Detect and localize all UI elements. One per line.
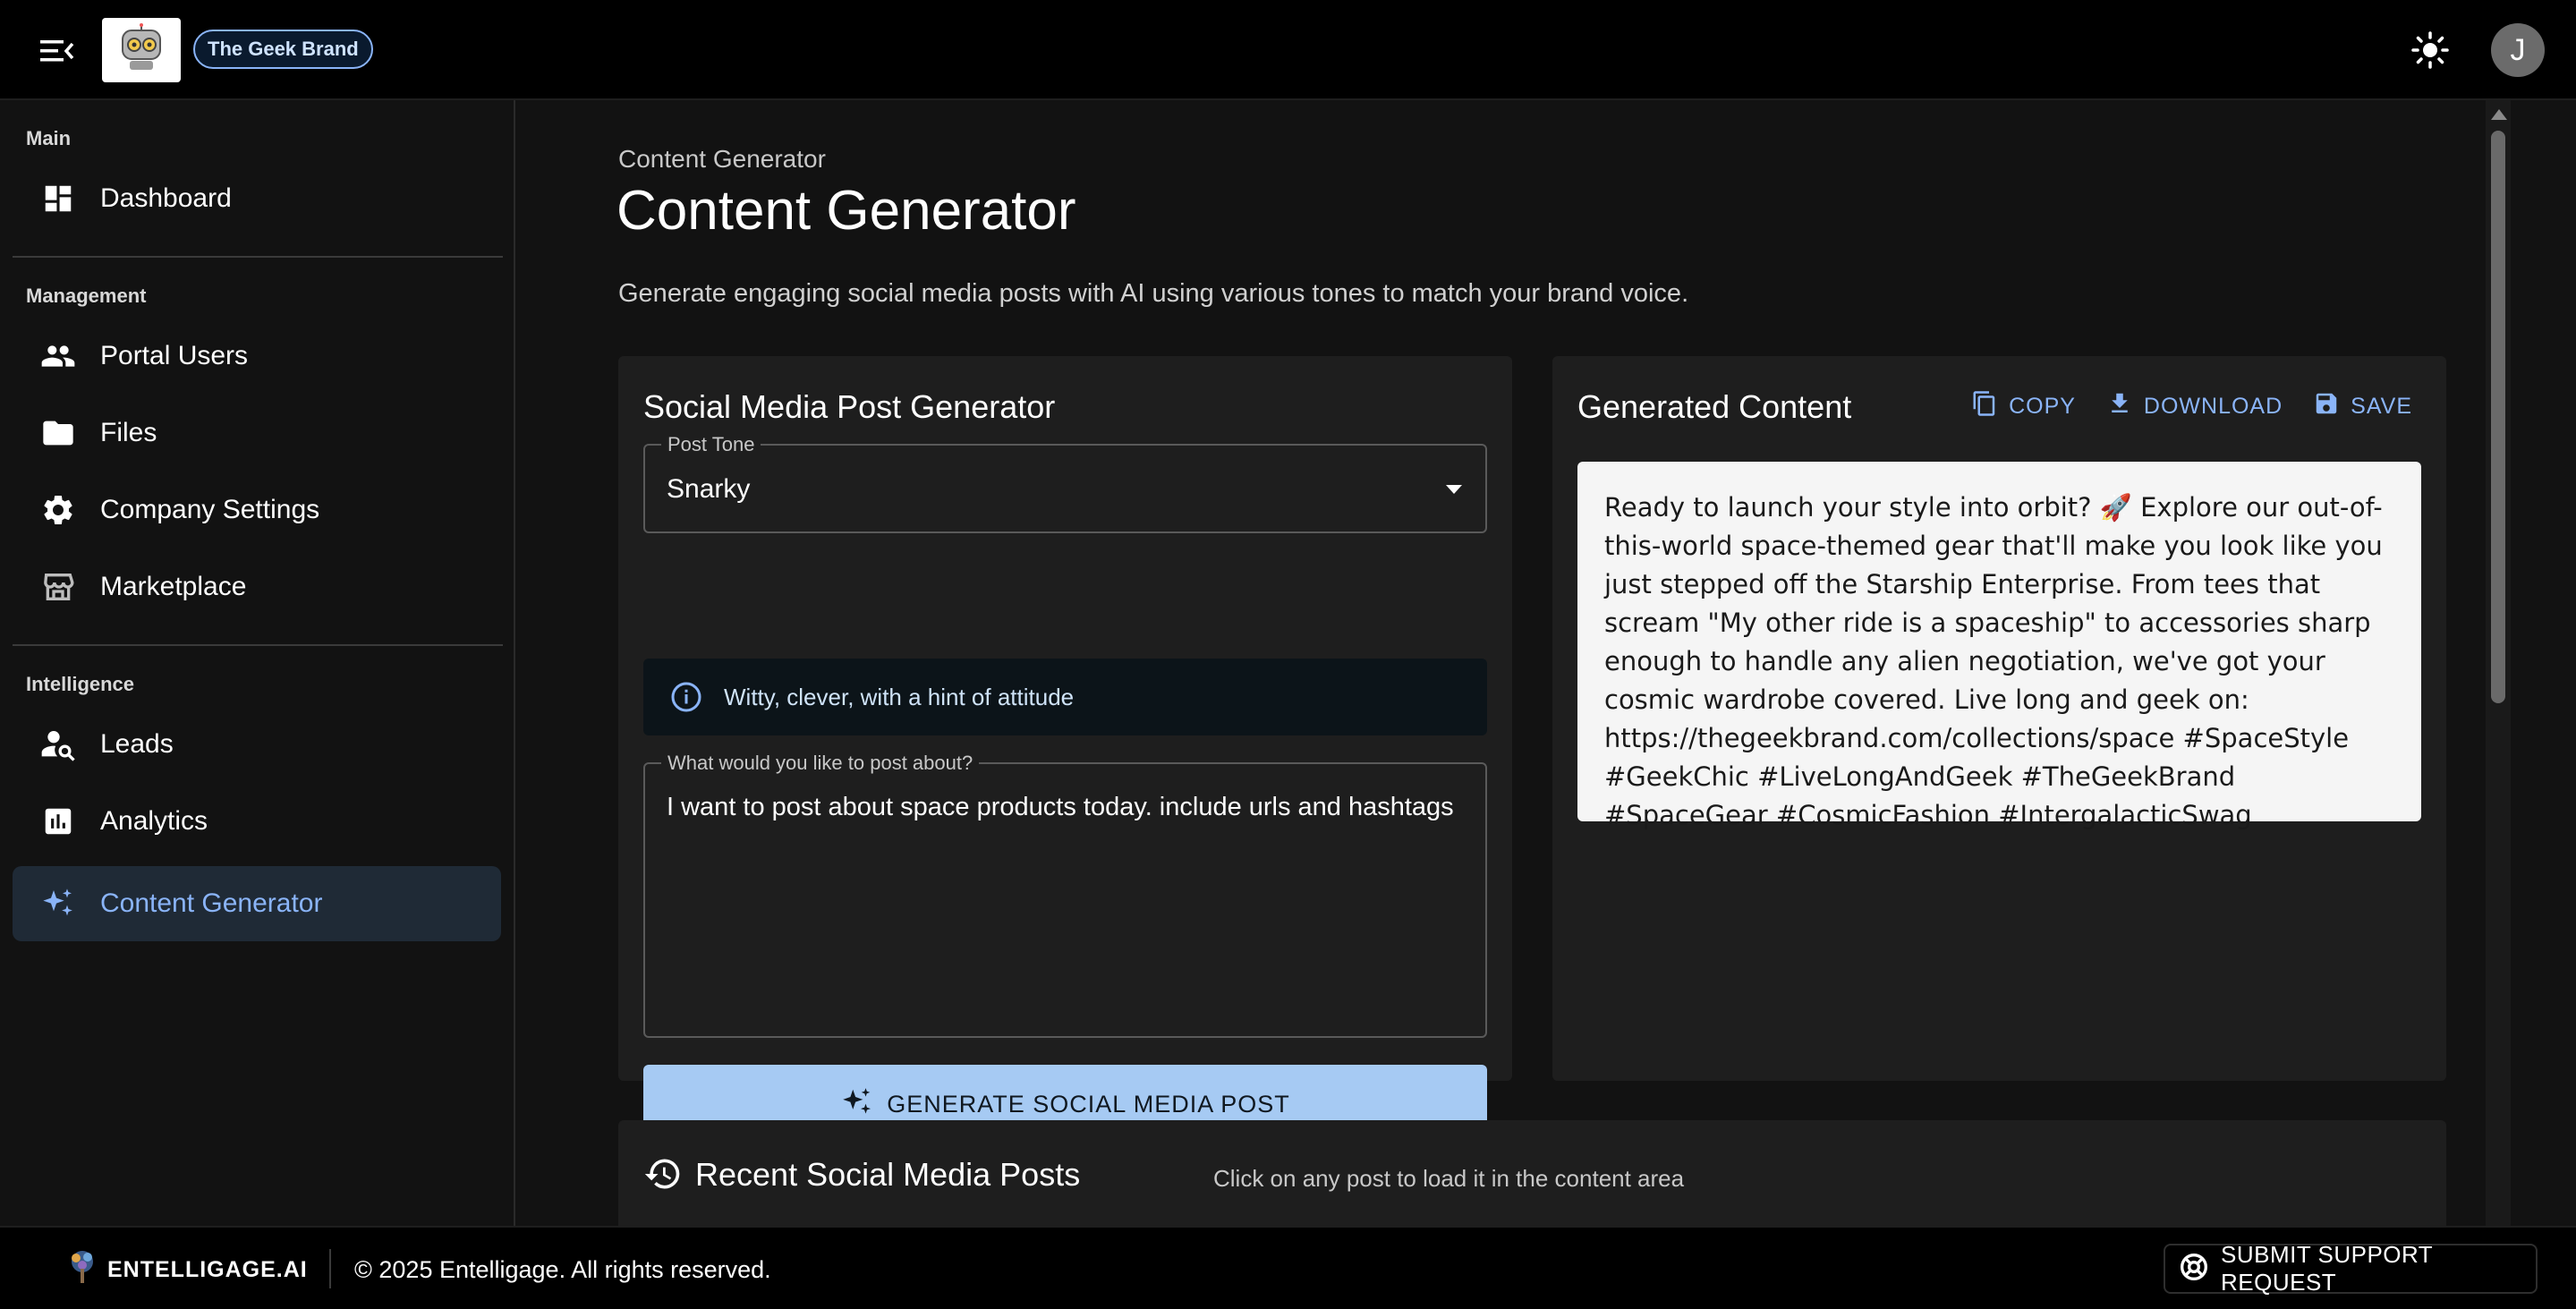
generated-content-text[interactable]: Ready to launch your style into orbit? 🚀… xyxy=(1577,462,2421,830)
folder-icon xyxy=(39,414,77,452)
generated-content-card: Generated Content COPY DOWNLOAD SAVE Rea… xyxy=(1552,356,2446,1081)
sidebar-item-dashboard[interactable]: Dashboard xyxy=(13,161,501,236)
sparkle-icon xyxy=(39,885,77,922)
sidebar-item-label: Company Settings xyxy=(100,495,320,524)
tone-info-alert: Witty, clever, with a hint of attitude xyxy=(643,659,1487,735)
footer: ENTELLIGAGE.AI © 2025 Entelligage. All r… xyxy=(0,1226,2576,1309)
person-search-icon xyxy=(39,726,77,763)
top-app-bar: The Geek Brand J xyxy=(0,0,2576,100)
sidebar-item-label: Leads xyxy=(100,729,174,759)
footer-brand: ENTELLIGAGE.AI xyxy=(107,1257,308,1282)
submit-support-request-button[interactable]: SUBMIT SUPPORT REQUEST xyxy=(2164,1241,2538,1296)
sidebar-item-analytics[interactable]: Analytics xyxy=(13,784,501,859)
copy-icon xyxy=(1971,390,1998,423)
support-request-label: SUBMIT SUPPORT REQUEST xyxy=(2221,1241,2433,1296)
people-icon xyxy=(39,337,77,375)
tone-description: Witty, clever, with a hint of attitude xyxy=(724,684,1075,710)
main-content: Content Generator Content Generator Gene… xyxy=(517,100,2486,1226)
caret-down-icon xyxy=(1446,485,1462,494)
gear-icon xyxy=(39,491,77,529)
brand-name-chip[interactable]: The Geek Brand xyxy=(193,30,373,69)
recent-posts-hint: Click on any post to load it in the cont… xyxy=(1213,1165,1685,1192)
scrollbar-thumb[interactable] xyxy=(2491,131,2505,703)
breadcrumb: Content Generator xyxy=(618,145,826,173)
recent-posts-title: Recent Social Media Posts xyxy=(695,1156,1081,1193)
post-generator-title: Social Media Post Generator xyxy=(643,388,1056,425)
sidebar-item-portal-users[interactable]: Portal Users xyxy=(13,319,501,394)
theme-toggle-sun-icon[interactable] xyxy=(2407,27,2453,73)
footer-copyright: © 2025 Entelligage. All rights reserved. xyxy=(354,1256,771,1283)
sidebar-item-marketplace[interactable]: Marketplace xyxy=(13,549,501,625)
sidebar-section-intelligence: Intelligence xyxy=(26,673,135,695)
save-icon xyxy=(2313,390,2340,423)
dashboard-icon xyxy=(39,180,77,217)
brand-logo[interactable] xyxy=(102,18,181,82)
recent-posts-card: Recent Social Media Posts Click on any p… xyxy=(618,1120,2446,1226)
entelligage-tree-icon xyxy=(63,1247,102,1287)
sidebar: Main Dashboard Management Portal Users F… xyxy=(0,100,515,1226)
page-description: Generate engaging social media posts wit… xyxy=(618,279,1689,308)
content-actions: COPY DOWNLOAD SAVE xyxy=(1971,390,2412,423)
user-avatar[interactable]: J xyxy=(2491,23,2545,77)
sidebar-item-label: Dashboard xyxy=(100,183,232,213)
scroll-up-arrow-icon[interactable] xyxy=(2491,109,2507,120)
info-icon xyxy=(670,681,702,713)
generate-post-label: GENERATE SOCIAL MEDIA POST xyxy=(887,1090,1290,1118)
download-label: DOWNLOAD xyxy=(2143,394,2283,419)
sidebar-item-company-settings[interactable]: Company Settings xyxy=(13,472,501,548)
sidebar-item-label: Analytics xyxy=(100,806,208,836)
page-title: Content Generator xyxy=(616,180,1076,242)
sidebar-item-label: Content Generator xyxy=(100,888,323,918)
sidebar-item-leads[interactable]: Leads xyxy=(13,707,501,782)
download-button[interactable]: DOWNLOAD xyxy=(2106,390,2283,423)
download-icon xyxy=(2106,390,2133,423)
save-label: SAVE xyxy=(2351,394,2412,419)
history-icon xyxy=(643,1154,683,1194)
post-topic-label: What would you like to post about? xyxy=(661,752,980,775)
sparkle-icon xyxy=(840,1085,874,1124)
menu-collapse-icon[interactable] xyxy=(32,27,81,75)
lifebuoy-icon xyxy=(2180,1253,2208,1286)
copy-label: COPY xyxy=(2009,394,2076,419)
store-icon xyxy=(39,568,77,606)
save-button[interactable]: SAVE xyxy=(2313,390,2412,423)
post-tone-select[interactable]: Post Tone Snarky xyxy=(643,433,1487,533)
post-tone-label: Post Tone xyxy=(661,433,761,456)
sidebar-item-label: Files xyxy=(100,418,157,447)
sidebar-divider xyxy=(13,644,503,646)
generated-content-title: Generated Content xyxy=(1577,388,1852,425)
sidebar-divider xyxy=(13,256,503,258)
main-scrollbar[interactable] xyxy=(2486,100,2511,1226)
sidebar-section-main: Main xyxy=(26,127,72,149)
sidebar-item-label: Portal Users xyxy=(100,341,249,370)
copy-button[interactable]: COPY xyxy=(1971,390,2076,423)
post-generator-card: Social Media Post Generator Post Tone Sn… xyxy=(618,356,1512,1143)
sidebar-item-label: Marketplace xyxy=(100,572,247,601)
post-topic-textarea[interactable]: What would you like to post about? I wan… xyxy=(643,752,1487,1038)
footer-divider xyxy=(329,1249,331,1288)
post-topic-value: I want to post about space products toda… xyxy=(667,793,1454,821)
sidebar-item-content-generator[interactable]: Content Generator xyxy=(13,866,501,941)
sidebar-item-files[interactable]: Files xyxy=(13,395,501,471)
bar-chart-icon xyxy=(39,803,77,840)
post-tone-value: Snarky xyxy=(667,474,751,504)
sidebar-section-management: Management xyxy=(26,285,147,307)
